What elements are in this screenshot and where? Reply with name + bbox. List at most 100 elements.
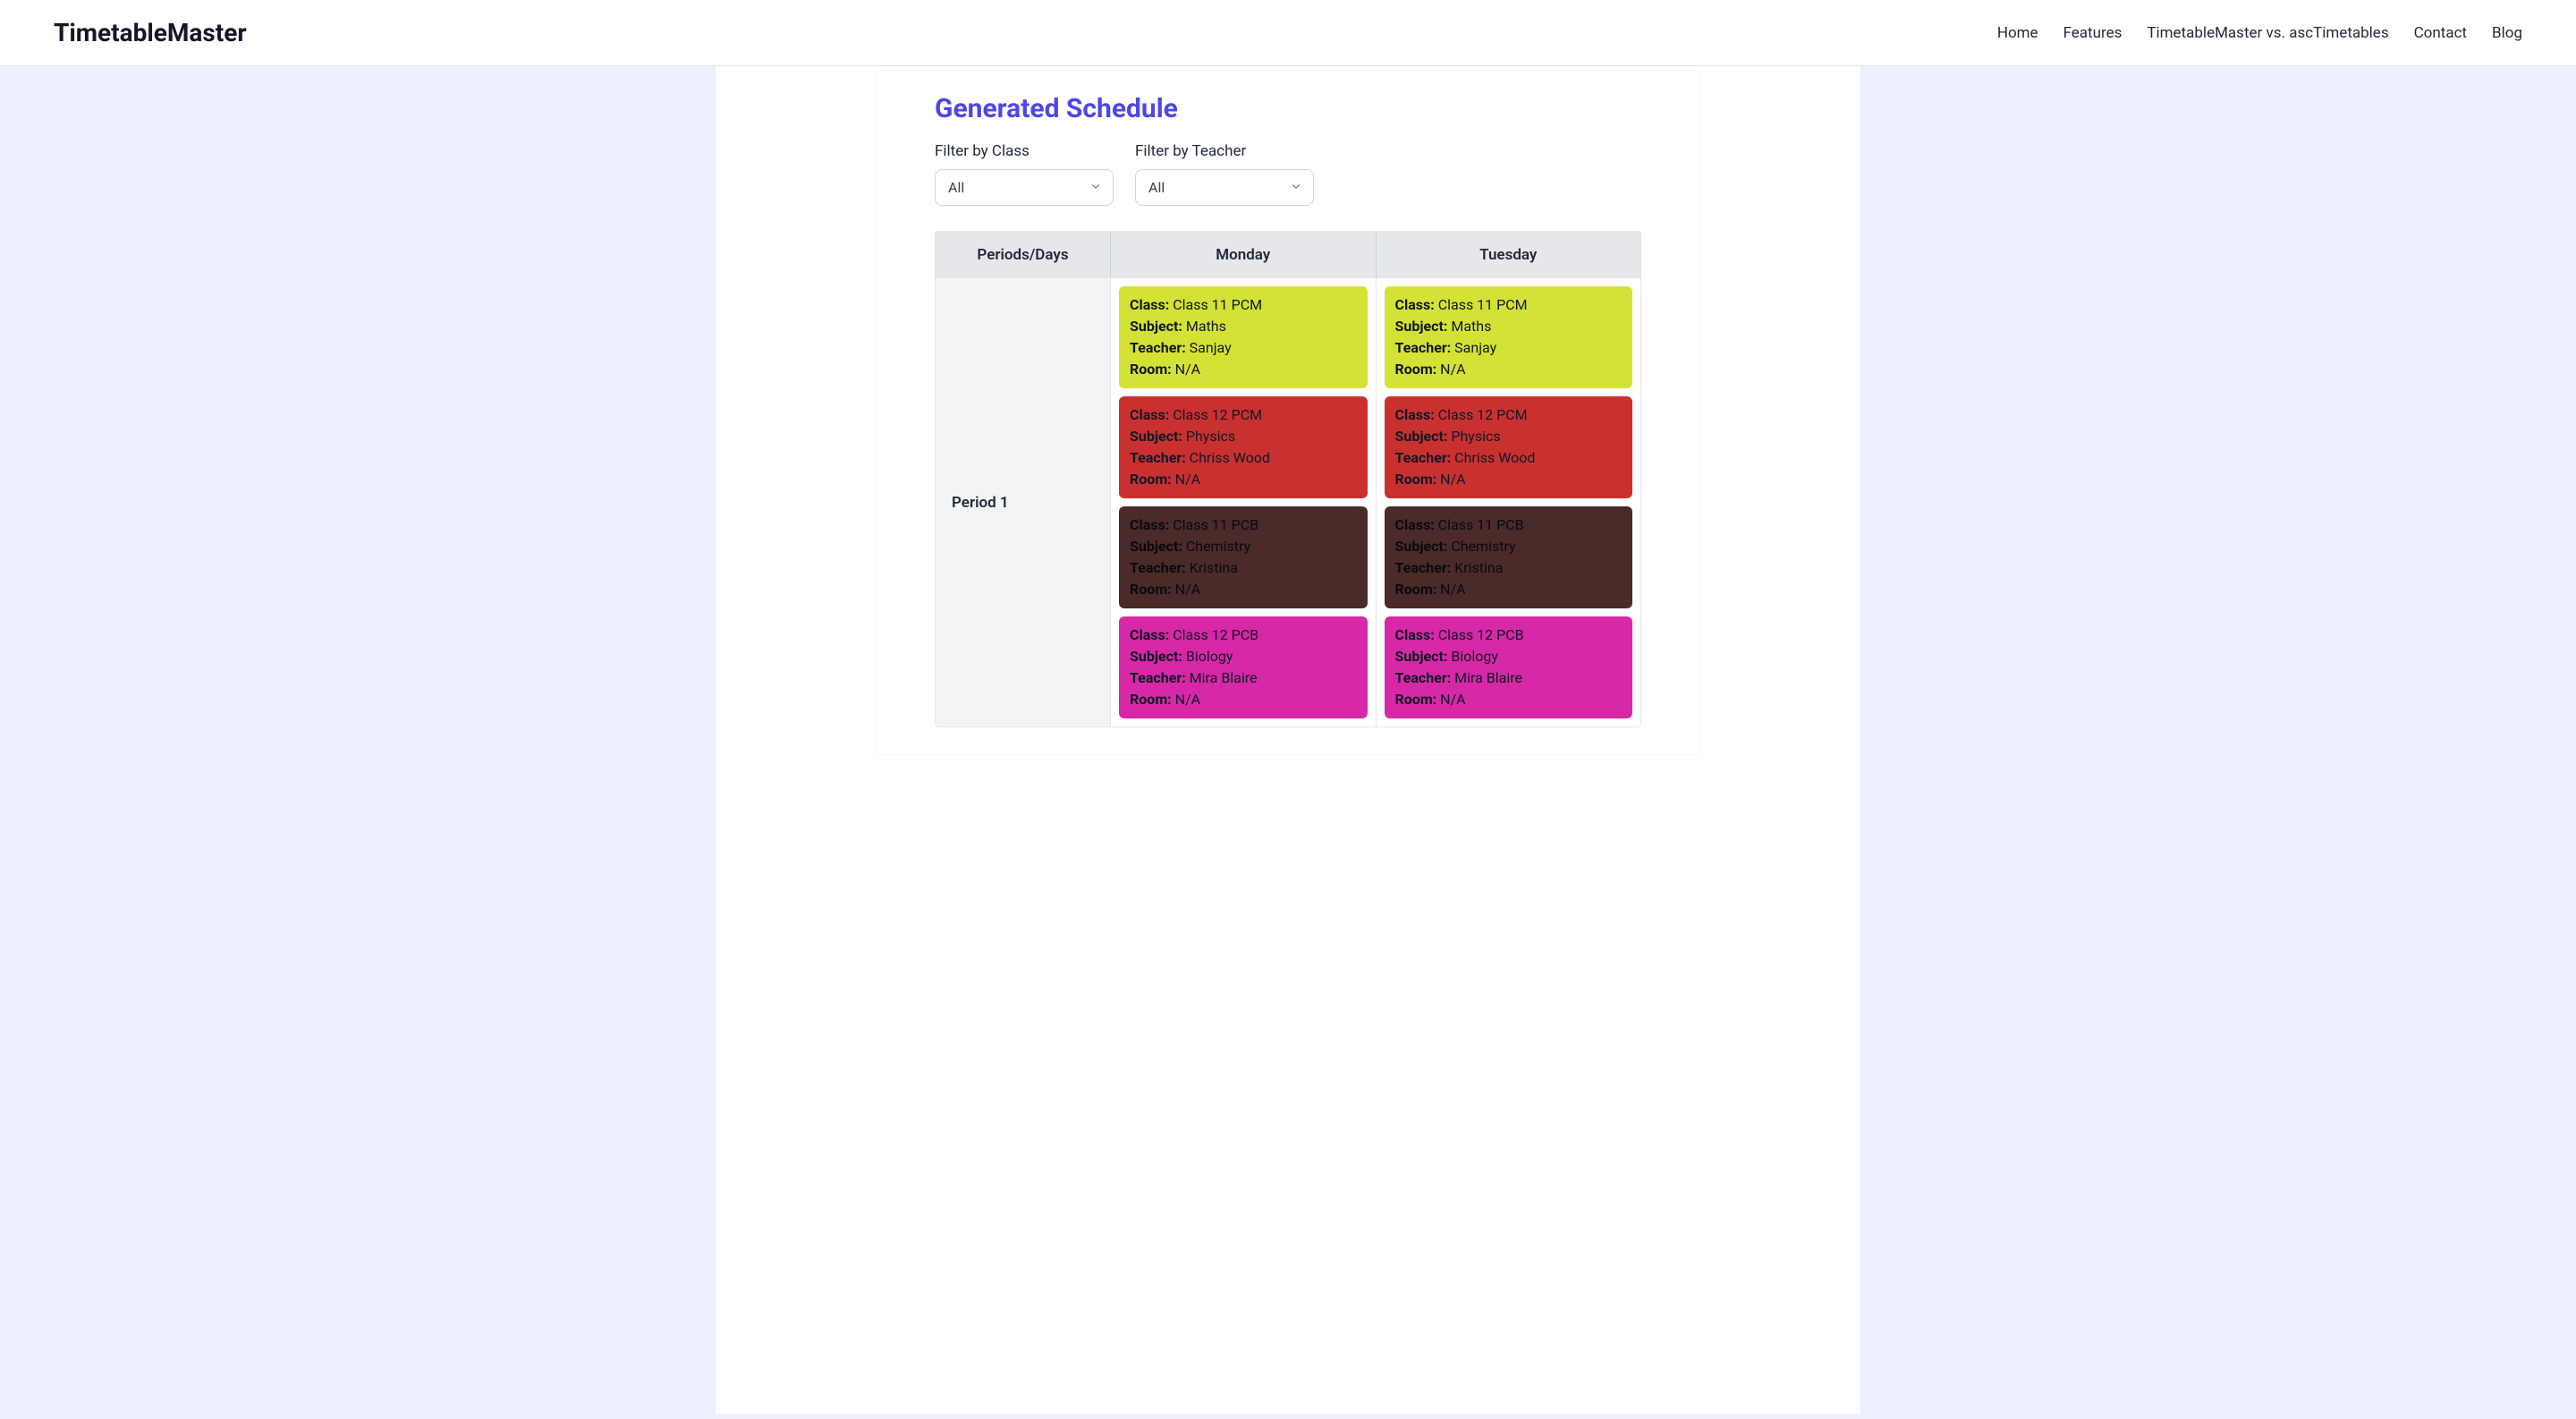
filter-class-group: Filter by Class All [935,142,1114,206]
card-room-label: Room: [1130,691,1172,708]
chevron-down-icon [1290,179,1302,196]
card-subject-label: Subject: [1395,648,1448,665]
nav-home[interactable]: Home [1997,24,2038,42]
card-subject-label: Subject: [1130,648,1182,665]
card-subject-value: Physics [1186,428,1235,445]
card-teacher-label: Teacher: [1395,669,1452,686]
day-cell-tuesday: Class: Class 11 PCM Subject: Maths Teach… [1377,278,1641,726]
card-class-value: Class 12 PCB [1438,626,1524,643]
card-room-value: N/A [1175,361,1200,378]
table-row: Period 1 Class: Class 11 PCM Subject: Ma… [936,278,1640,726]
schedule-card[interactable]: Class: Class 12 PCB Subject: Biology Tea… [1119,616,1368,718]
nav-contact[interactable]: Contact [2414,24,2467,42]
card-room-value: N/A [1440,471,1465,488]
schedule-card[interactable]: Class: Class 12 PCB Subject: Biology Tea… [1385,616,1633,718]
card-class-value: Class 11 PCB [1438,516,1524,533]
card-class-label: Class: [1130,406,1169,423]
card-room-label: Room: [1395,581,1437,598]
card-room-value: N/A [1175,471,1200,488]
card-room-value: N/A [1175,581,1200,598]
card-subject-label: Subject: [1395,318,1448,335]
filter-teacher-label: Filter by Teacher [1135,142,1314,160]
nav-vs[interactable]: TimetableMaster vs. ascTimetables [2147,24,2388,42]
filter-class-label: Filter by Class [935,142,1114,160]
filters-row: Filter by Class All Filter by Teacher Al… [935,142,1699,206]
schedule-card[interactable]: Class: Class 11 PCB Subject: Chemistry T… [1119,506,1368,608]
card-teacher-value: Chriss Wood [1454,449,1535,466]
card-subject-value: Chemistry [1186,538,1250,555]
nav-blog[interactable]: Blog [2492,24,2522,42]
content-wrapper: Generated Schedule Filter by Class All F… [716,66,1860,1414]
card-class-value: Class 11 PCM [1438,296,1528,313]
period-label: Period 1 [936,278,1111,726]
schedule-card[interactable]: Class: Class 12 PCM Subject: Physics Tea… [1119,396,1368,498]
card-class-label: Class: [1130,296,1169,313]
card-subject-value: Physics [1451,428,1500,445]
card-subject-label: Subject: [1130,428,1182,445]
card-room-label: Room: [1395,691,1437,708]
day-cell-monday: Class: Class 11 PCM Subject: Maths Teach… [1111,278,1377,726]
card-room-label: Room: [1395,361,1437,378]
nav-features[interactable]: Features [2063,24,2123,42]
card-class-label: Class: [1130,516,1169,533]
th-tuesday: Tuesday [1377,232,1641,278]
logo[interactable]: TimetableMaster [54,18,247,47]
card-class-value: Class 12 PCM [1438,406,1528,423]
th-periods-days: Periods/Days [936,232,1111,278]
card-subject-label: Subject: [1130,318,1182,335]
schedule-table: Periods/Days Monday Tuesday Period 1 Cla… [935,231,1641,727]
card-subject-label: Subject: [1395,428,1448,445]
main-nav: Home Features TimetableMaster vs. ascTim… [1997,24,2522,42]
card-class-value: Class 11 PCM [1173,296,1262,313]
card-teacher-label: Teacher: [1130,669,1186,686]
schedule-card[interactable]: Class: Class 12 PCM Subject: Physics Tea… [1385,396,1633,498]
schedule-card[interactable]: Class: Class 11 PCM Subject: Maths Teach… [1119,286,1368,388]
card-subject-value: Maths [1451,318,1491,335]
card-teacher-value: Mira Blaire [1454,669,1522,686]
filter-teacher-select[interactable]: All [1135,169,1314,206]
filter-teacher-group: Filter by Teacher All [1135,142,1314,206]
card-subject-value: Chemistry [1451,538,1515,555]
card-subject-value: Maths [1186,318,1226,335]
card-room-value: N/A [1440,581,1465,598]
card-room-value: N/A [1175,691,1200,708]
card-teacher-value: Mira Blaire [1190,669,1258,686]
filter-class-select[interactable]: All [935,169,1114,206]
card-subject-label: Subject: [1395,538,1448,555]
card-class-value: Class 12 PCM [1173,406,1262,423]
card-teacher-value: Kristina [1454,559,1503,576]
card-room-value: N/A [1440,361,1465,378]
card-teacher-label: Teacher: [1130,449,1186,466]
card-room-label: Room: [1130,361,1172,378]
card-class-label: Class: [1130,626,1169,643]
card-class-label: Class: [1395,406,1435,423]
card-teacher-value: Chriss Wood [1190,449,1270,466]
card-class-label: Class: [1395,296,1435,313]
card-subject-value: Biology [1451,648,1498,665]
card-room-label: Room: [1130,581,1172,598]
card-teacher-value: Sanjay [1454,339,1496,356]
schedule-card[interactable]: Class: Class 11 PCB Subject: Chemistry T… [1385,506,1633,608]
schedule-card[interactable]: Class: Class 11 PCM Subject: Maths Teach… [1385,286,1633,388]
card-class-value: Class 12 PCB [1173,626,1258,643]
card-subject-label: Subject: [1130,538,1182,555]
card-teacher-value: Kristina [1190,559,1238,576]
card-class-label: Class: [1395,516,1435,533]
table-header-row: Periods/Days Monday Tuesday [936,232,1640,278]
card-teacher-label: Teacher: [1395,559,1452,576]
card-room-value: N/A [1440,691,1465,708]
schedule-panel: Generated Schedule Filter by Class All F… [877,66,1699,754]
filter-class-value: All [948,179,964,196]
site-header: TimetableMaster Home Features TimetableM… [0,0,2576,66]
chevron-down-icon [1089,179,1102,196]
card-class-value: Class 11 PCB [1173,516,1258,533]
section-title: Generated Schedule [935,93,1699,124]
filter-teacher-value: All [1148,179,1165,196]
th-monday: Monday [1111,232,1377,278]
card-teacher-value: Sanjay [1190,339,1232,356]
card-room-label: Room: [1130,471,1172,488]
card-teacher-label: Teacher: [1130,339,1186,356]
card-subject-value: Biology [1186,648,1233,665]
card-teacher-label: Teacher: [1395,449,1452,466]
card-teacher-label: Teacher: [1130,559,1186,576]
